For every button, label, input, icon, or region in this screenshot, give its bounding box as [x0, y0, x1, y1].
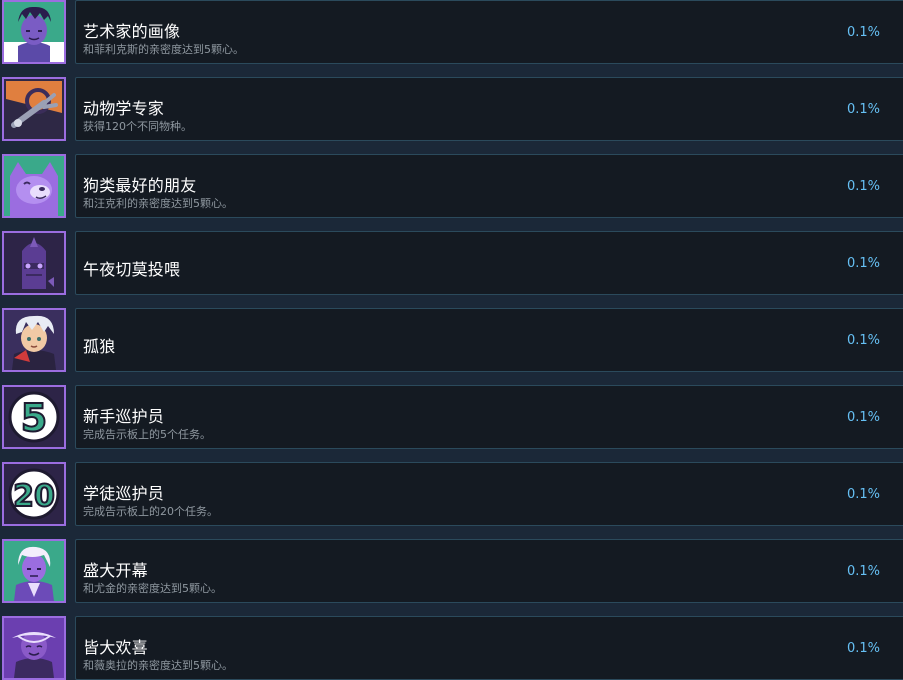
achievement-row: 午夜切莫投喂 0.1%	[0, 218, 903, 295]
midnight-creature-icon	[4, 233, 64, 293]
achievement-card: 午夜切莫投喂 0.1%	[75, 231, 903, 295]
achievement-row: 20 学徒巡护员 完成告示板上的20个任务。 0.1%	[0, 449, 903, 526]
achievement-thumbnail	[2, 539, 66, 603]
achievement-percent: 0.1%	[846, 487, 880, 502]
achievement-row: 孤狼 0.1%	[0, 295, 903, 372]
achievement-card: 孤狼 0.1%	[75, 308, 903, 372]
achievement-card: 新手巡护员 完成告示板上的5个任务。 0.1%	[75, 385, 903, 449]
achievement-thumbnail	[2, 231, 66, 295]
achievement-percent: 0.1%	[846, 179, 880, 194]
viola-portrait-icon	[4, 618, 64, 678]
achievement-card: 皆大欢喜 和薇奥拉的亲密度达到5颗心。 0.1%	[75, 616, 903, 680]
achievement-thumbnail	[2, 154, 66, 218]
achievement-row: 盛大开幕 和尤金的亲密度达到5颗心。 0.1%	[0, 526, 903, 603]
achievement-thumbnail	[2, 308, 66, 372]
achievement-percent: 0.1%	[846, 333, 880, 348]
achievement-title: 狗类最好的朋友	[83, 176, 197, 195]
achievement-title: 学徒巡护员	[83, 484, 165, 503]
achievement-title: 盛大开幕	[83, 561, 148, 580]
achievement-card: 动物学专家 获得120个不同物种。 0.1%	[75, 77, 903, 141]
grabber-tool-icon	[4, 79, 64, 139]
achievement-card: 盛大开幕 和尤金的亲密度达到5颗心。 0.1%	[75, 539, 903, 603]
achievement-title: 动物学专家	[83, 99, 165, 118]
svg-text:20: 20	[13, 479, 55, 514]
achievement-card: 艺术家的画像 和菲利克斯的亲密度达到5颗心。 0.1%	[75, 0, 903, 64]
achievement-thumbnail	[2, 77, 66, 141]
achievement-title: 皆大欢喜	[83, 638, 148, 657]
achievement-title: 孤狼	[83, 337, 116, 356]
achievement-description: 和菲利克斯的亲密度达到5颗心。	[83, 43, 244, 56]
achievement-description: 完成告示板上的5个任务。	[83, 428, 211, 441]
svg-text:5: 5	[21, 396, 47, 440]
achievement-percent: 0.1%	[846, 641, 880, 656]
achievement-row: 5 新手巡护员 完成告示板上的5个任务。 0.1%	[0, 372, 903, 449]
achievement-percent: 0.1%	[846, 564, 880, 579]
achievement-thumbnail	[2, 616, 66, 680]
achievement-title: 午夜切莫投喂	[83, 260, 181, 279]
achievement-row: 狗类最好的朋友 和汪克利的亲密度达到5颗心。 0.1%	[0, 141, 903, 218]
achievement-description: 获得120个不同物种。	[83, 120, 192, 133]
achievement-description: 和尤金的亲密度达到5颗心。	[83, 582, 222, 595]
achievement-thumbnail	[2, 0, 66, 64]
achievement-thumbnail: 5	[2, 385, 66, 449]
eugene-portrait-icon	[4, 541, 64, 601]
achievement-row: 动物学专家 获得120个不同物种。 0.1%	[0, 64, 903, 141]
achievement-description: 和薇奥拉的亲密度达到5颗心。	[83, 659, 233, 672]
achievement-thumbnail: 20	[2, 462, 66, 526]
achievement-percent: 0.1%	[846, 256, 880, 271]
achievement-row: 艺术家的画像 和菲利克斯的亲密度达到5颗心。 0.1%	[0, 0, 903, 64]
achievement-percent: 0.1%	[846, 410, 880, 425]
lone-wolf-portrait-icon	[4, 310, 64, 370]
achievement-list: 艺术家的画像 和菲利克斯的亲密度达到5颗心。 0.1% 动物学专家 获得120个…	[0, 0, 903, 680]
achievement-row: 皆大欢喜 和薇奥拉的亲密度达到5颗心。 0.1%	[0, 603, 903, 680]
achievement-title: 新手巡护员	[83, 407, 165, 426]
achievement-card: 学徒巡护员 完成告示板上的20个任务。 0.1%	[75, 462, 903, 526]
felix-portrait-icon	[4, 2, 64, 62]
achievement-title: 艺术家的画像	[83, 22, 181, 41]
achievement-description: 和汪克利的亲密度达到5颗心。	[83, 197, 233, 210]
number-5-icon: 5	[4, 387, 64, 447]
achievement-card: 狗类最好的朋友 和汪克利的亲密度达到5颗心。 0.1%	[75, 154, 903, 218]
achievement-description: 完成告示板上的20个任务。	[83, 505, 218, 518]
achievement-percent: 0.1%	[846, 25, 880, 40]
achievement-percent: 0.1%	[846, 102, 880, 117]
dog-portrait-icon	[4, 156, 64, 216]
number-20-icon: 20	[4, 464, 64, 524]
